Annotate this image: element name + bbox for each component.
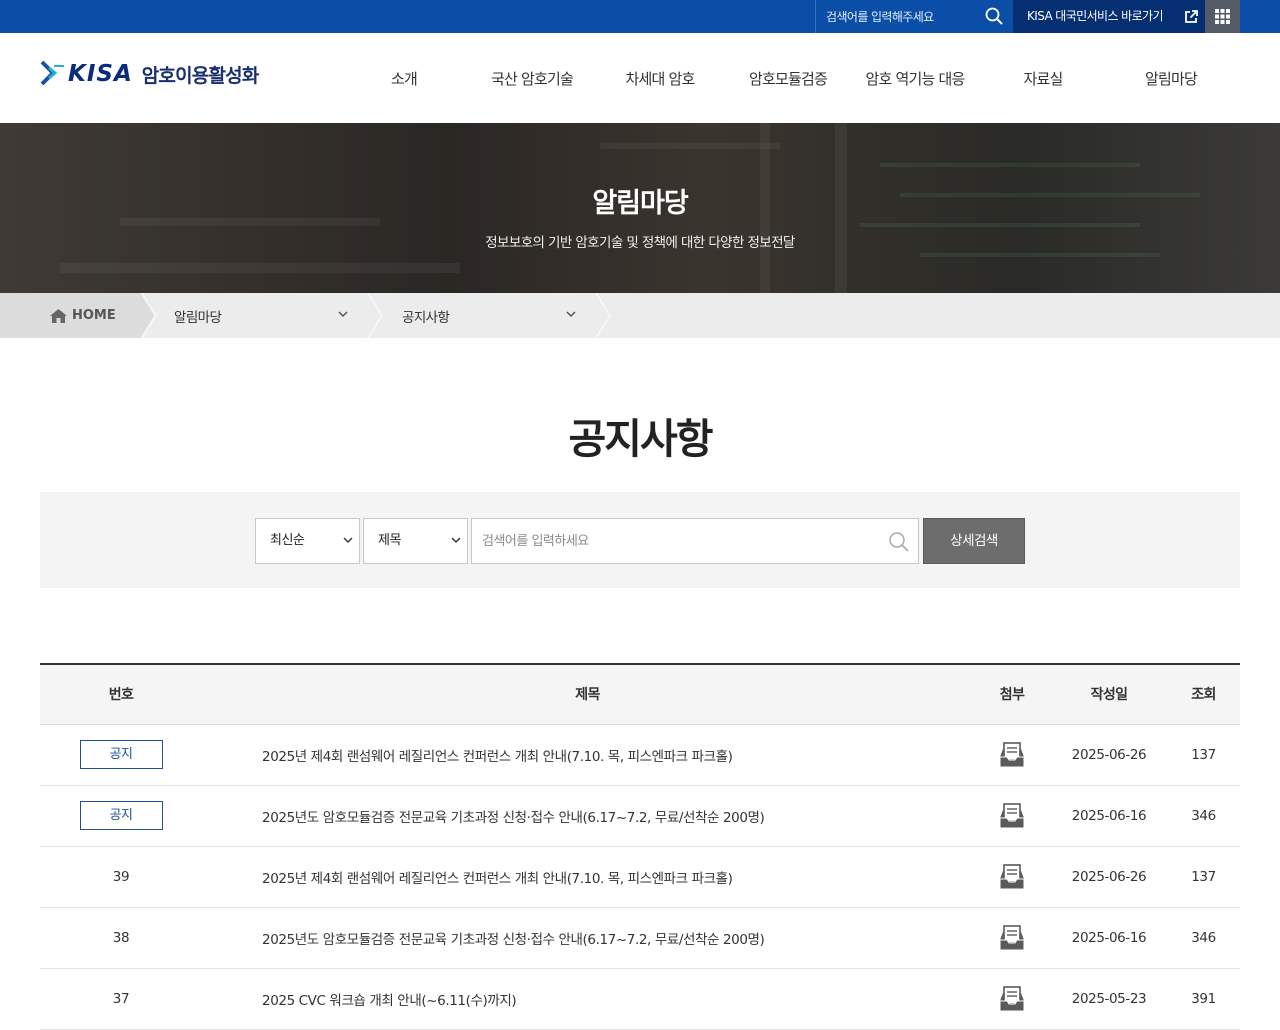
keyword-field (471, 518, 919, 564)
cell-attachment (973, 724, 1051, 786)
post-title-link[interactable]: 2025 CVC 워크숍 개최 안내(~6.11(수)까지) (202, 968, 973, 1030)
table-row: 38 2025년도 암호모듈검증 전문교육 기초과정 신청·접수 안내(6.17~… (40, 907, 1240, 969)
hero-subtitle: 정보보호의 기반 암호기술 및 정책에 대한 다양한 정보전달 (485, 235, 795, 251)
cell-number: 37 (40, 968, 202, 1030)
cell-attachment (973, 846, 1051, 908)
column-header-date: 작성일 (1051, 663, 1167, 725)
table-row: 공지 2025년 제4회 랜섬웨어 레질리언스 컨퍼런스 개최 안내(7.10. … (40, 724, 1240, 786)
nav-item-module-validation[interactable]: 암호모듈검증 (749, 68, 828, 89)
page-title: 공지사항 (568, 415, 714, 463)
cell-date: 2025-06-16 (1051, 907, 1167, 969)
search-icon[interactable] (888, 531, 910, 553)
breadcrumb-separator (367, 293, 383, 338)
post-title-link[interactable]: 2025년 제4회 랜섬웨어 레질리언스 컨퍼런스 개최 안내(7.10. 목,… (202, 724, 973, 786)
kisa-logo-mark-icon (40, 60, 64, 86)
sort-select-value: 최신순 (270, 533, 305, 548)
attachment-icon[interactable] (998, 924, 1026, 952)
cell-views: 137 (1167, 846, 1240, 908)
keyword-input[interactable] (482, 531, 872, 551)
nav-item-crypto-misuse[interactable]: 암호 역기능 대응 (866, 68, 966, 89)
chevron-down-icon (343, 537, 353, 543)
post-title-link[interactable]: 2025년 제4회 랜섬웨어 레질리언스 컨퍼런스 개최 안내(7.10. 목,… (202, 846, 973, 908)
cell-attachment (973, 968, 1051, 1030)
attachment-icon[interactable] (998, 802, 1026, 830)
grid-menu-icon (1215, 9, 1230, 24)
hero-banner: 알림마당 정보보호의 기반 암호기술 및 정책에 대한 다양한 정보전달 (0, 123, 1280, 293)
home-icon (50, 308, 67, 323)
service-link[interactable]: KISA 대국민서비스 바로가기 (1013, 0, 1205, 33)
post-title-link[interactable]: 2025년도 암호모듈검증 전문교육 기초과정 신청·접수 안내(6.17~7.… (202, 907, 973, 969)
cell-number: 38 (40, 907, 202, 969)
nav-item-about[interactable]: 소개 (391, 68, 418, 89)
cell-views: 346 (1167, 907, 1240, 969)
cell-number: 39 (40, 846, 202, 908)
cell-date: 2025-06-26 (1051, 724, 1167, 786)
column-header-views: 조회 (1167, 663, 1240, 725)
breadcrumb-level1-dropdown[interactable]: 알림마당 (174, 293, 354, 338)
nav-item-notice[interactable]: 알림마당 (1145, 68, 1198, 89)
column-header-number: 번호 (40, 663, 202, 725)
cell-date: 2025-06-26 (1051, 846, 1167, 908)
search-panel: 최신순 제목 상세검색 (40, 492, 1240, 588)
table-header-row: 번호 제목 첨부 작성일 조회 (40, 663, 1240, 725)
breadcrumb-level2-dropdown[interactable]: 공지사항 (402, 293, 582, 338)
cell-date: 2025-06-16 (1051, 785, 1167, 847)
nav-item-next-gen-crypto[interactable]: 차세대 암호 (626, 68, 696, 89)
breadcrumb-separator (595, 293, 611, 338)
post-title-link[interactable]: 2025년도 암호모듈검증 전문교육 기초과정 신청·접수 안내(6.17~7.… (202, 785, 973, 847)
search-field-select[interactable]: 제목 (363, 518, 468, 564)
attachment-icon[interactable] (998, 863, 1026, 891)
logo-brand: KISA (68, 61, 133, 87)
row-number: 39 (112, 868, 130, 885)
cell-date: 2025-05-23 (1051, 968, 1167, 1030)
sort-select[interactable]: 최신순 (255, 518, 360, 564)
cell-views: 137 (1167, 724, 1240, 786)
service-link-label: KISA 대국민서비스 바로가기 (1027, 9, 1163, 23)
site-map-button[interactable] (1205, 0, 1240, 33)
chevron-down-icon (338, 311, 348, 318)
column-header-attachment: 첨부 (973, 663, 1051, 725)
nav-item-domestic-crypto[interactable]: 국산 암호기술 (491, 68, 574, 89)
site-header: KISA 암호이용활성화 소개 국산 암호기술 차세대 암호 암호모듈검증 암호… (0, 33, 1280, 123)
breadcrumb-separator (140, 293, 157, 338)
attachment-icon[interactable] (998, 985, 1026, 1013)
column-header-title: 제목 (202, 663, 973, 725)
external-link-icon (1185, 10, 1198, 23)
search-icon[interactable] (984, 6, 1004, 26)
row-number: 37 (112, 990, 130, 1007)
row-number: 38 (112, 929, 130, 946)
table-row: 39 2025년 제4회 랜섬웨어 레질리언스 컨퍼런스 개최 안내(7.10. … (40, 846, 1240, 908)
cell-views: 346 (1167, 785, 1240, 847)
nav-item-library[interactable]: 자료실 (1023, 68, 1063, 89)
breadcrumb: HOME 알림마당 공지사항 (0, 293, 1280, 338)
table-row: 37 2025 CVC 워크숍 개최 안내(~6.11(수)까지) 2025-05-… (40, 968, 1240, 1030)
logo-site-name: 암호이용활성화 (141, 64, 260, 87)
chevron-down-icon (451, 537, 461, 543)
cell-attachment (973, 785, 1051, 847)
advanced-search-button[interactable]: 상세검색 (923, 518, 1025, 564)
chevron-down-icon (566, 311, 576, 318)
notice-badge: 공지 (79, 740, 163, 769)
notice-table: 번호 제목 첨부 작성일 조회 공지 2025년 제4회 랜섬웨어 레질리언스 컨… (40, 663, 1240, 1030)
search-field-select-value: 제목 (378, 533, 401, 548)
global-search (815, 0, 1013, 33)
notice-badge: 공지 (79, 801, 163, 830)
breadcrumb-level1-label: 알림마당 (174, 309, 222, 326)
hero-title: 알림마당 (592, 188, 688, 219)
cell-number: 공지 (40, 785, 202, 847)
table-row: 공지 2025년도 암호모듈검증 전문교육 기초과정 신청·접수 안내(6.17~… (40, 785, 1240, 847)
cell-number: 공지 (40, 724, 202, 786)
cell-attachment (973, 907, 1051, 969)
site-logo[interactable]: KISA 암호이용활성화 (40, 57, 259, 91)
global-search-input[interactable] (826, 8, 976, 25)
attachment-icon[interactable] (998, 741, 1026, 769)
top-utility-bar: KISA 대국민서비스 바로가기 (0, 0, 1280, 33)
breadcrumb-level2-label: 공지사항 (402, 309, 450, 326)
breadcrumb-home[interactable]: HOME (0, 293, 140, 338)
breadcrumb-home-label: HOME (72, 308, 116, 323)
cell-views: 391 (1167, 968, 1240, 1030)
